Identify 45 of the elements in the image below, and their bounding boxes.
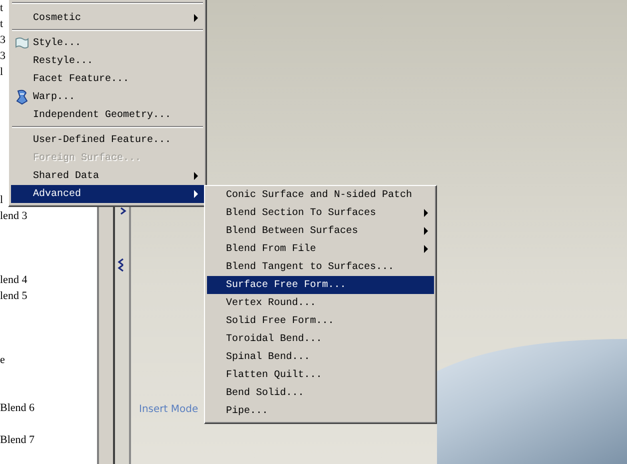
submenu-arrow-icon [424, 209, 428, 217]
menu-item[interactable]: Style... [11, 34, 204, 52]
submenu-arrow-icon [194, 190, 198, 198]
tree-item[interactable]: lend 4 [0, 272, 28, 288]
tree-item[interactable]: 3 [0, 32, 6, 48]
tree-item[interactable]: lend 5 [0, 288, 28, 304]
chevron-right-icon[interactable] [119, 207, 127, 215]
menu-item[interactable]: Bend Solid... [207, 384, 434, 402]
menu-item[interactable]: Vertex Round... [207, 294, 434, 312]
menu-item[interactable]: User-Defined Feature... [11, 131, 204, 149]
menu-item[interactable]: Pipe... [207, 402, 434, 420]
menu-item[interactable]: Spinal Bend... [207, 348, 434, 366]
menu-item[interactable]: Blend Tangent to Surfaces... [207, 258, 434, 276]
menu-item[interactable]: Blend From File [207, 240, 434, 258]
flag-icon [15, 36, 29, 50]
tree-item[interactable]: Blend 7 [0, 432, 35, 448]
submenu-arrow-icon [194, 172, 198, 180]
submenu-arrow-icon [424, 245, 428, 253]
menu-item[interactable]: Cosmetic [11, 9, 204, 27]
tree-item[interactable]: e [0, 352, 5, 368]
menu-item[interactable]: Blend Between Surfaces [207, 222, 434, 240]
menu-item[interactable]: Facet Feature... [11, 70, 204, 88]
menu-item[interactable]: Advanced [11, 185, 204, 203]
menu-item[interactable]: Restyle... [11, 52, 204, 70]
menu-item[interactable]: Independent Geometry... [11, 106, 204, 124]
menu-item[interactable]: Solid Free Form... [207, 312, 434, 330]
insert-mode-label: Insert Mode [139, 404, 198, 415]
menu-item[interactable]: Shared Data [11, 167, 204, 185]
tree-item[interactable]: t [0, 0, 4, 16]
menu-item[interactable]: Warp... [11, 88, 204, 106]
menu-item[interactable]: Toroidal Bend... [207, 330, 434, 348]
tree-item[interactable]: l [0, 64, 4, 80]
menu-item[interactable]: Surface Free Form... [207, 276, 434, 294]
submenu-arrow-icon [424, 227, 428, 235]
tree-item[interactable]: Blend 6 [0, 400, 35, 416]
submenu-arrow-icon [194, 14, 198, 22]
menu-item[interactable]: Blend Section To Surfaces [207, 204, 434, 222]
menu-item[interactable]: Conic Surface and N-sided Patch [207, 186, 434, 204]
tree-item[interactable]: l [0, 192, 4, 208]
menu-item[interactable]: Flatten Quilt... [207, 366, 434, 384]
double-chevron-left-icon[interactable] [117, 258, 125, 272]
figure-icon [14, 89, 30, 105]
tree-item[interactable]: 3 [0, 48, 6, 64]
tree-item[interactable]: lend 3 [0, 208, 28, 224]
tree-item[interactable]: t [0, 16, 4, 32]
